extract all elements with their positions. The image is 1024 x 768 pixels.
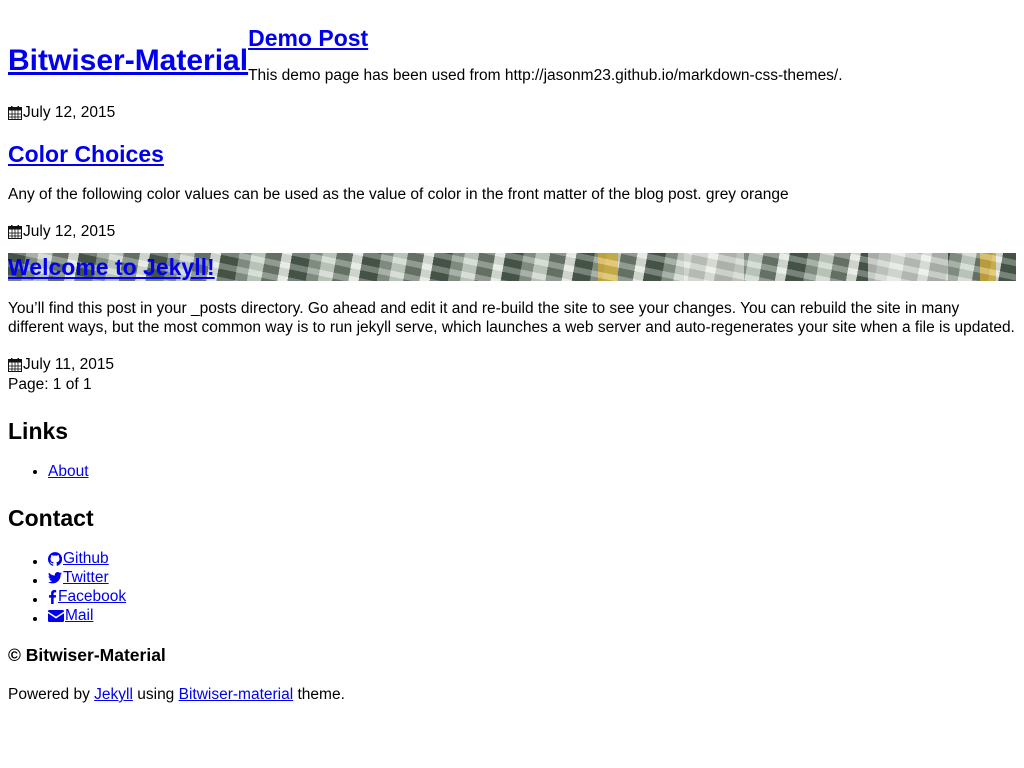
links-heading: Links bbox=[8, 418, 69, 444]
powered-prefix: Powered by bbox=[8, 686, 90, 703]
facebook-icon bbox=[49, 589, 57, 604]
mail-icon bbox=[48, 609, 64, 622]
color-choices-date: July 12, 2015 bbox=[8, 223, 1016, 241]
welcome-to-jekyll-title-link[interactable]: Welcome to Jekyll! bbox=[8, 254, 215, 280]
mail-link[interactable]: Mail bbox=[48, 606, 93, 625]
welcome-to-jekyll-date-text: July 11, 2015 bbox=[23, 356, 115, 373]
site-header: Bitwiser-Material Demo Post This demo pa… bbox=[8, 19, 1016, 85]
footer-copyright: © Bitwiser-Material bbox=[8, 645, 166, 665]
github-link-label: Github bbox=[63, 550, 109, 567]
list-item: About bbox=[48, 462, 1016, 481]
calendar-icon bbox=[8, 358, 22, 372]
list-item: Github bbox=[48, 549, 1016, 568]
color-choices-title-link[interactable]: Color Choices bbox=[8, 141, 164, 167]
color-choices-excerpt: Any of the following color values can be… bbox=[8, 186, 789, 203]
color-choices-date-text: July 12, 2015 bbox=[23, 223, 116, 240]
links-list: About bbox=[8, 462, 1016, 481]
github-link[interactable]: Github bbox=[48, 549, 109, 568]
demo-post-date: July 12, 2015 bbox=[8, 104, 1016, 122]
header-featured-post: Demo Post This demo page has been used f… bbox=[248, 19, 842, 85]
demo-post-excerpt: This demo page has been used from http:/… bbox=[248, 67, 843, 84]
demo-post-title-link[interactable]: Demo Post bbox=[248, 25, 842, 51]
calendar-icon bbox=[8, 106, 22, 120]
powered-using: using bbox=[137, 686, 175, 703]
twitter-link-label: Twitter bbox=[63, 569, 109, 586]
demo-post-date-text: July 12, 2015 bbox=[23, 104, 116, 121]
footer-powered-by: Powered by Jekyll using Bitwiser-materia… bbox=[8, 685, 1016, 704]
theme-link[interactable]: Bitwiser-material bbox=[179, 686, 294, 703]
pagination-status: Page: 1 of 1 bbox=[8, 376, 92, 393]
post-welcome-to-jekyll: Welcome to Jekyll! You’ll find this post… bbox=[8, 253, 1016, 374]
twitter-link[interactable]: Twitter bbox=[48, 568, 109, 587]
welcome-to-jekyll-excerpt: You’ll find this post in your _posts dir… bbox=[8, 300, 1015, 336]
about-link[interactable]: About bbox=[48, 462, 89, 481]
list-item: Mail bbox=[48, 606, 1016, 625]
post-color-choices: Color Choices Any of the following color… bbox=[8, 141, 1016, 241]
facebook-link-label: Facebook bbox=[58, 588, 127, 605]
list-item: Twitter bbox=[48, 568, 1016, 587]
calendar-icon bbox=[8, 225, 22, 239]
site-title-link[interactable]: Bitwiser-Material bbox=[8, 46, 248, 85]
powered-suffix: theme. bbox=[297, 686, 345, 703]
post-banner-image: Welcome to Jekyll! bbox=[8, 253, 1016, 281]
jekyll-link[interactable]: Jekyll bbox=[94, 686, 133, 703]
contact-heading: Contact bbox=[8, 505, 94, 531]
twitter-icon bbox=[48, 571, 62, 583]
welcome-to-jekyll-date: July 11, 2015 bbox=[8, 356, 1016, 374]
mail-link-label: Mail bbox=[65, 607, 94, 624]
github-icon bbox=[48, 551, 62, 566]
contact-list: Github Twitter Facebook Mail bbox=[8, 549, 1016, 625]
facebook-link[interactable]: Facebook bbox=[48, 587, 126, 606]
list-item: Facebook bbox=[48, 587, 1016, 606]
